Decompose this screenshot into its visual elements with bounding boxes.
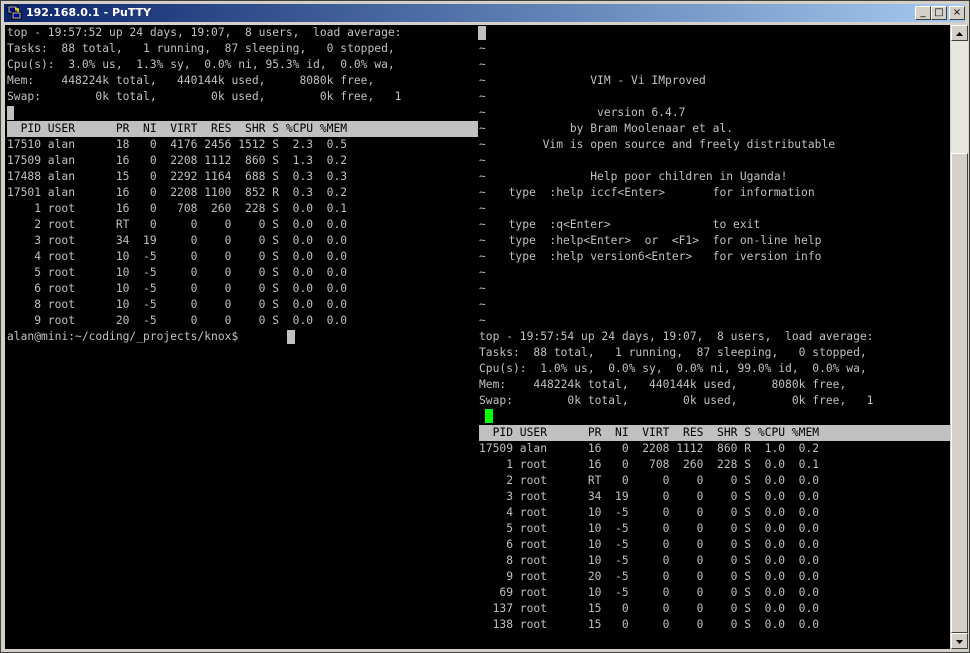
- process-row-right: 4 root 10 -5 0 0 0 S 0.0 0.0: [479, 506, 820, 519]
- vim-tilde: ~: [479, 314, 486, 327]
- arrow-down-icon: [956, 640, 963, 644]
- window-title: 192.168.0.1 - PuTTY: [26, 6, 152, 19]
- vertical-scrollbar[interactable]: [951, 25, 968, 649]
- top-summary-line-right: top - 19:57:54 up 24 days, 19:07, 8 user…: [479, 330, 874, 343]
- vim-splash-line: type :help iccf<Enter> for information: [495, 186, 815, 199]
- vim-tilde: ~: [479, 42, 486, 55]
- maximize-button[interactable]: □: [931, 6, 947, 20]
- active-cursor: [485, 409, 493, 423]
- process-row-right: 137 root 15 0 0 0 0 S 0.0 0.0: [479, 602, 820, 615]
- vim-tilde: ~: [479, 170, 486, 183]
- putty-icon: [7, 5, 22, 20]
- top-summary-line-right: Cpu(s): 1.0% us, 0.0% sy, 0.0% ni, 99.0%…: [479, 362, 867, 375]
- top-summary-line: top - 19:57:52 up 24 days, 19:07, 8 user…: [7, 26, 402, 39]
- process-row-right: 8 root 10 -5 0 0 0 S 0.0 0.0: [479, 554, 820, 567]
- process-row-right: 2 root RT 0 0 0 0 S 0.0 0.0: [479, 474, 820, 487]
- left-top-cursor: [478, 26, 486, 40]
- process-row: 17509 alan 16 0 2208 1112 860 S 1.3 0.2: [7, 154, 348, 167]
- process-row: 3 root 34 19 0 0 0 S 0.0 0.0: [7, 234, 348, 247]
- process-row: 9 root 20 -5 0 0 0 S 0.0 0.0: [7, 314, 348, 327]
- close-button[interactable]: ×: [949, 6, 965, 20]
- process-row: 6 root 10 -5 0 0 0 S 0.0 0.0: [7, 282, 348, 295]
- vim-tilde: ~: [479, 250, 486, 263]
- vim-tilde: ~: [479, 58, 486, 71]
- top-summary-line: Tasks: 88 total, 1 running, 87 sleeping,…: [7, 42, 395, 55]
- top-summary-line: Cpu(s): 3.0% us, 1.3% sy, 0.0% ni, 95.3%…: [7, 58, 395, 71]
- process-table-header: PID USER PR NI VIRT RES SHR S %CPU %MEM: [7, 121, 478, 137]
- process-row-right: 5 root 10 -5 0 0 0 S 0.0 0.0: [479, 522, 820, 535]
- left-input-cursor: [7, 106, 14, 120]
- close-icon: ×: [952, 7, 962, 18]
- process-row-right: 9 root 20 -5 0 0 0 S 0.0 0.0: [479, 570, 820, 583]
- minimize-icon: _: [920, 7, 926, 18]
- process-row-right: 17509 alan 16 0 2208 1112 860 R 1.0 0.2: [479, 442, 820, 455]
- vim-tilde: ~: [479, 234, 486, 247]
- vim-tilde: ~: [479, 154, 486, 167]
- process-row: 5 root 10 -5 0 0 0 S 0.0 0.0: [7, 266, 348, 279]
- vim-tilde: ~: [479, 186, 486, 199]
- minimize-button[interactable]: _: [915, 6, 931, 20]
- process-row-right: 69 root 10 -5 0 0 0 S 0.0 0.0: [479, 586, 820, 599]
- process-row-right: 138 root 15 0 0 0 0 S 0.0 0.0: [479, 618, 820, 631]
- process-row-right: 1 root 16 0 708 260 228 S 0.0 0.1: [479, 458, 820, 471]
- top-summary-line-right: Swap: 0k total, 0k used, 0k free, 1: [479, 394, 874, 407]
- scroll-thumb[interactable]: [951, 153, 968, 633]
- title-bar[interactable]: 192.168.0.1 - PuTTY _ □ ×: [4, 4, 965, 22]
- process-row: 17510 alan 18 0 4176 2456 1512 S 2.3 0.5: [7, 138, 348, 151]
- vim-tilde: ~: [479, 106, 486, 119]
- top-summary-line-right: Mem: 448224k total, 440144k used, 8080k …: [479, 378, 847, 391]
- process-row: 2 root RT 0 0 0 0 S 0.0 0.0: [7, 218, 348, 231]
- vim-tilde: ~: [479, 282, 486, 295]
- vim-splash-line: Vim is open source and freely distributa…: [495, 138, 836, 151]
- vim-tilde: ~: [479, 74, 486, 87]
- process-row-right: 3 root 34 19 0 0 0 S 0.0 0.0: [479, 490, 820, 503]
- process-row: 1 root 16 0 708 260 228 S 0.0 0.1: [7, 202, 348, 215]
- arrow-up-icon: [956, 32, 963, 36]
- process-row: 8 root 10 -5 0 0 0 S 0.0 0.0: [7, 298, 348, 311]
- top-summary-line-right: Tasks: 88 total, 1 running, 87 sleeping,…: [479, 346, 867, 359]
- vim-tilde: ~: [479, 266, 486, 279]
- terminal-area[interactable]: top - 19:57:52 up 24 days, 19:07, 8 user…: [5, 25, 950, 649]
- vim-tilde: ~: [479, 122, 486, 135]
- process-table-header-right: PID USER PR NI VIRT RES SHR S %CPU %MEM: [479, 425, 950, 441]
- putty-window: 192.168.0.1 - PuTTY _ □ × top - 19:57:52…: [0, 0, 970, 653]
- prompt-cursor: [287, 330, 295, 344]
- vim-tilde: ~: [479, 138, 486, 151]
- process-row: 17488 alan 15 0 2292 1164 688 S 0.3 0.3: [7, 170, 348, 183]
- process-row: 4 root 10 -5 0 0 0 S 0.0 0.0: [7, 250, 348, 263]
- scroll-up-button[interactable]: [951, 25, 968, 41]
- process-row: 17501 alan 16 0 2208 1100 852 R 0.3 0.2: [7, 186, 348, 199]
- process-row-right: 6 root 10 -5 0 0 0 S 0.0 0.0: [479, 538, 820, 551]
- shell-prompt: alan@mini:~/coding/_projects/knox$: [7, 330, 246, 343]
- vim-splash-line: type :q<Enter> to exit: [495, 218, 761, 231]
- vim-tilde: ~: [479, 218, 486, 231]
- maximize-icon: □: [934, 7, 944, 18]
- vim-splash-line: version 6.4.7: [495, 106, 686, 119]
- top-summary-line: Mem: 448224k total, 440144k used, 8080k …: [7, 74, 375, 87]
- vim-tilde: ~: [479, 90, 486, 103]
- vim-splash-line: type :help<Enter> or <F1> for on-line he…: [495, 234, 822, 247]
- vim-splash-line: by Bram Moolenaar et al.: [495, 122, 734, 135]
- vim-splash-line: VIM - Vi IMproved: [495, 74, 706, 87]
- top-summary-line: Swap: 0k total, 0k used, 0k free, 1: [7, 90, 402, 103]
- vim-tilde: ~: [479, 202, 486, 215]
- scroll-down-button[interactable]: [951, 633, 968, 649]
- vim-tilde: ~: [479, 298, 486, 311]
- vim-splash-line: Help poor children in Uganda!: [495, 170, 788, 183]
- vim-splash-line: type :help version6<Enter> for version i…: [495, 250, 822, 263]
